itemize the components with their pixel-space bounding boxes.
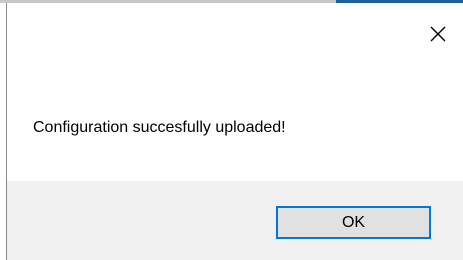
dialog-footer: OK <box>7 181 463 260</box>
dialog-title-bar <box>7 3 463 65</box>
ok-button[interactable]: OK <box>276 206 431 239</box>
close-button[interactable] <box>415 17 461 51</box>
dialog-message: Configuration succesfully uploaded! <box>33 119 286 136</box>
message-dialog: Configuration succesfully uploaded! OK <box>6 3 463 260</box>
screen: Configuration succesfully uploaded! OK <box>0 0 463 260</box>
close-icon <box>430 26 446 42</box>
